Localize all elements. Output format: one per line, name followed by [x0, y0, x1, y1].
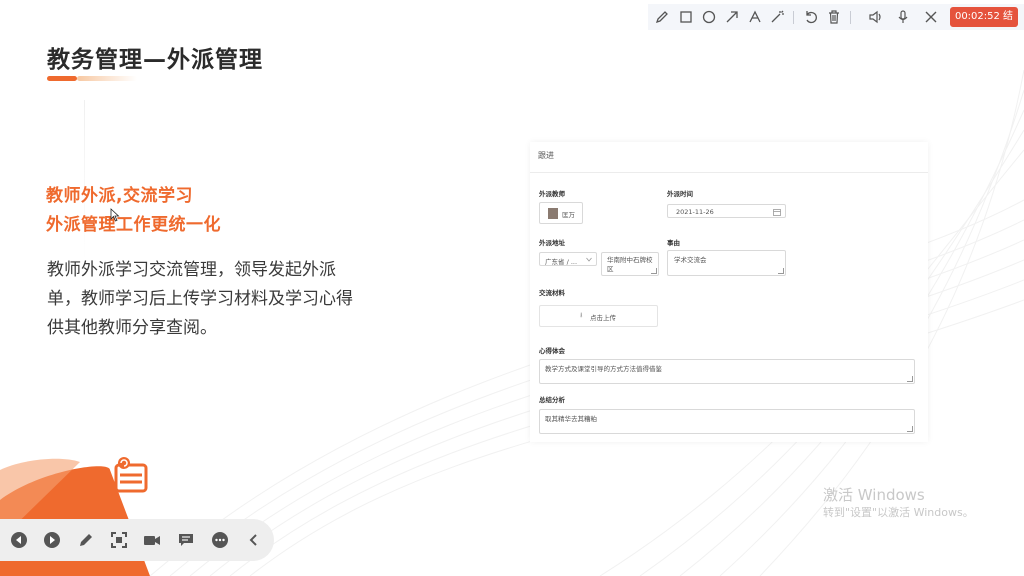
rectangle-icon[interactable]	[678, 9, 694, 25]
windows-activation-hint: 转到"设置"以激活 Windows。	[823, 506, 974, 519]
experience-value: 教学方式及课堂引导的方式方法值得借鉴	[545, 365, 662, 373]
collapse-icon[interactable]	[245, 531, 263, 549]
circle-icon[interactable]	[701, 9, 717, 25]
next-icon[interactable]	[43, 531, 61, 549]
upload-label: 点击上传	[590, 314, 616, 322]
address-detail-value: 华南附中石牌校区	[607, 256, 653, 273]
matter-value: 学术交流会	[674, 256, 707, 264]
microphone-icon[interactable]	[895, 9, 911, 25]
toolbar-divider	[793, 11, 794, 24]
playback-control-bar	[0, 519, 274, 561]
experience-input[interactable]: 教学方式及课堂引导的方式方法值得借鉴	[539, 359, 915, 384]
camera-icon[interactable]	[143, 531, 161, 549]
summary-label: 总结分析	[539, 396, 565, 404]
experience-label: 心得体会	[539, 347, 565, 355]
decorative-line	[84, 100, 85, 260]
dispatch-form-card: 跟进 外派教师 匡万 外派时间 2021-11-26 外派地址 广东省 / ..…	[530, 142, 928, 442]
document-edit-icon[interactable]	[110, 455, 158, 497]
chevron-down-icon	[586, 257, 592, 262]
comment-icon[interactable]	[177, 531, 195, 549]
pen-icon[interactable]	[654, 9, 670, 25]
page-title: 教务管理—外派管理	[47, 47, 263, 73]
more-icon[interactable]	[211, 531, 229, 549]
toolbar-divider	[850, 11, 851, 24]
trash-icon[interactable]	[826, 9, 842, 25]
date-value: 2021-11-26	[676, 208, 714, 216]
material-label: 交流材料	[539, 289, 565, 297]
end-recording-button[interactable]: 00:02:52 结束	[950, 7, 1018, 42]
matter-input[interactable]: 学术交流会	[667, 250, 786, 276]
undo-icon[interactable]	[803, 9, 819, 25]
teacher-label: 外派教师	[539, 190, 565, 198]
card-divider	[530, 172, 928, 173]
resize-handle[interactable]	[651, 268, 657, 274]
magic-wand-icon[interactable]	[769, 9, 785, 25]
upload-button[interactable]: ⭳ 点击上传	[539, 305, 658, 327]
close-icon[interactable]	[923, 9, 939, 25]
upload-icon: ⭳	[580, 311, 583, 319]
calendar-icon	[773, 209, 781, 216]
description-text: 教师外派学习交流管理，领导发起外派单，教师学习后上传学习材料及学习心得供其他教师…	[47, 260, 353, 338]
headline-line-1: 教师外派,交流学习	[46, 186, 193, 206]
province-select[interactable]: 广东省 / ...	[539, 252, 597, 266]
summary-input[interactable]: 取其精华去其糟粕	[539, 409, 915, 434]
time-label: 外派时间	[667, 190, 693, 198]
speaker-icon[interactable]	[868, 9, 884, 25]
province-value: 广东省 / ...	[545, 258, 578, 266]
resize-handle[interactable]	[907, 426, 913, 432]
previous-icon[interactable]	[10, 531, 28, 549]
summary-value: 取其精华去其糟粕	[545, 415, 597, 423]
resize-handle[interactable]	[907, 376, 913, 382]
title-underline	[47, 76, 77, 81]
card-header: 跟进	[538, 151, 554, 160]
screen-select-icon[interactable]	[110, 531, 128, 549]
matter-label: 事由	[667, 239, 680, 247]
mouse-cursor-icon	[110, 208, 120, 222]
headline-line-2: 外派管理工作更统一化	[46, 215, 221, 235]
title-underline-fade	[77, 76, 137, 81]
teacher-tag[interactable]: 匡万	[539, 202, 583, 224]
date-field[interactable]: 2021-11-26	[667, 204, 786, 218]
address-detail-input[interactable]: 华南附中石牌校区	[601, 252, 659, 276]
avatar	[548, 208, 558, 219]
text-icon[interactable]	[747, 9, 763, 25]
annotation-toolbar: 00:02:52 结束	[648, 4, 1024, 42]
pen-icon[interactable]	[77, 531, 95, 549]
teacher-name: 匡万	[562, 211, 575, 219]
address-label: 外派地址	[539, 239, 565, 247]
arrow-icon[interactable]	[724, 9, 740, 25]
windows-activation-watermark: 激活 Windows	[823, 486, 925, 504]
resize-handle[interactable]	[778, 268, 784, 274]
